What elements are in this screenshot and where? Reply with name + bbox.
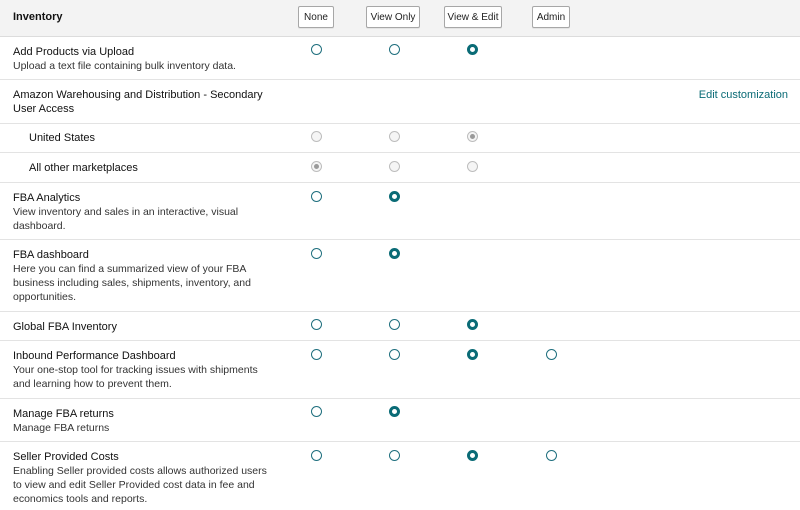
row-title: All other marketplaces bbox=[29, 162, 138, 174]
column-view-only-button[interactable]: View Only bbox=[366, 6, 420, 28]
edit-customization-link[interactable]: Edit customization bbox=[699, 89, 788, 101]
row-description: Upload a text file containing bulk inven… bbox=[13, 60, 236, 72]
none-radio[interactable] bbox=[311, 450, 322, 461]
view-only-radio[interactable] bbox=[389, 450, 400, 461]
view-only-radio[interactable] bbox=[389, 319, 400, 330]
row-description-line-2: to view and edit Seller Provided cost da… bbox=[13, 479, 255, 491]
view-only-radio[interactable] bbox=[389, 44, 400, 55]
row-title: FBA dashboard bbox=[13, 249, 89, 261]
permission-row-add-products: Add Products via Upload Upload a text fi… bbox=[0, 37, 800, 80]
permission-row-global-fba-inventory: Global FBA Inventory bbox=[0, 312, 800, 341]
row-title: FBA Analytics bbox=[13, 192, 81, 204]
view-only-radio[interactable] bbox=[389, 248, 400, 259]
none-radio[interactable] bbox=[311, 191, 322, 202]
view-only-radio[interactable] bbox=[389, 349, 400, 360]
row-title-line-2: User Access bbox=[13, 103, 75, 115]
view-edit-radio[interactable] bbox=[467, 450, 478, 461]
row-description-line-1: Enabling Seller provided costs allows au… bbox=[13, 465, 267, 477]
permission-row-seller-provided-costs: Seller Provided Costs Enabling Seller pr… bbox=[0, 442, 800, 510]
view-edit-radio bbox=[467, 161, 478, 172]
row-title: Inbound Performance Dashboard bbox=[13, 350, 176, 362]
permission-row-fba-analytics: FBA Analytics View inventory and sales i… bbox=[0, 183, 800, 240]
none-radio[interactable] bbox=[311, 406, 322, 417]
admin-radio[interactable] bbox=[546, 450, 557, 461]
none-radio[interactable] bbox=[311, 44, 322, 55]
permission-row-united-states: United States bbox=[0, 124, 800, 153]
permission-row-fba-dashboard: FBA dashboard Here you can find a summar… bbox=[0, 240, 800, 312]
row-description-line-2: dashboard. bbox=[13, 220, 66, 232]
row-description-line-2: business including sales, shipments, inv… bbox=[13, 277, 251, 289]
row-description-line-1: View inventory and sales in an interacti… bbox=[13, 206, 239, 218]
permission-row-inbound-performance: Inbound Performance Dashboard Your one-s… bbox=[0, 341, 800, 399]
row-title: Global FBA Inventory bbox=[13, 321, 117, 333]
permission-row-manage-fba-returns: Manage FBA returns Manage FBA returns bbox=[0, 399, 800, 442]
view-edit-radio[interactable] bbox=[467, 349, 478, 360]
row-description-line-1: Your one-stop tool for tracking issues w… bbox=[13, 364, 258, 376]
view-only-radio bbox=[389, 161, 400, 172]
permission-row-other-marketplaces: All other marketplaces bbox=[0, 153, 800, 183]
row-description-line-2: and learning how to prevent them. bbox=[13, 378, 172, 390]
row-title: United States bbox=[29, 132, 96, 144]
column-view-edit-button[interactable]: View & Edit bbox=[444, 6, 502, 28]
none-radio bbox=[311, 131, 322, 142]
none-radio[interactable] bbox=[311, 248, 322, 259]
none-radio[interactable] bbox=[311, 349, 322, 360]
none-radio[interactable] bbox=[311, 319, 322, 330]
row-description-line-1: Here you can find a summarized view of y… bbox=[13, 263, 247, 275]
view-only-radio[interactable] bbox=[389, 406, 400, 417]
none-radio bbox=[311, 161, 322, 172]
column-admin-button[interactable]: Admin bbox=[532, 6, 570, 28]
admin-radio[interactable] bbox=[546, 349, 557, 360]
row-description: Manage FBA returns bbox=[13, 422, 110, 434]
view-only-radio bbox=[389, 131, 400, 142]
table-header: Inventory None View Only View & Edit Adm… bbox=[0, 0, 800, 37]
permission-row-awd-secondary: Amazon Warehousing and Distribution - Se… bbox=[0, 80, 800, 124]
view-edit-radio[interactable] bbox=[467, 44, 478, 55]
column-none-button[interactable]: None bbox=[298, 6, 334, 28]
row-description-line-3: economics tools and reports. bbox=[13, 493, 148, 505]
row-title: Add Products via Upload bbox=[13, 46, 135, 58]
view-edit-radio bbox=[467, 131, 478, 142]
view-only-radio[interactable] bbox=[389, 191, 400, 202]
section-title: Inventory bbox=[13, 11, 63, 23]
view-edit-radio[interactable] bbox=[467, 319, 478, 330]
row-title: Manage FBA returns bbox=[13, 408, 114, 420]
row-title-line-1: Amazon Warehousing and Distribution - Se… bbox=[13, 89, 263, 101]
row-title: Seller Provided Costs bbox=[13, 451, 119, 463]
row-description-line-3: opportunities. bbox=[13, 291, 77, 303]
